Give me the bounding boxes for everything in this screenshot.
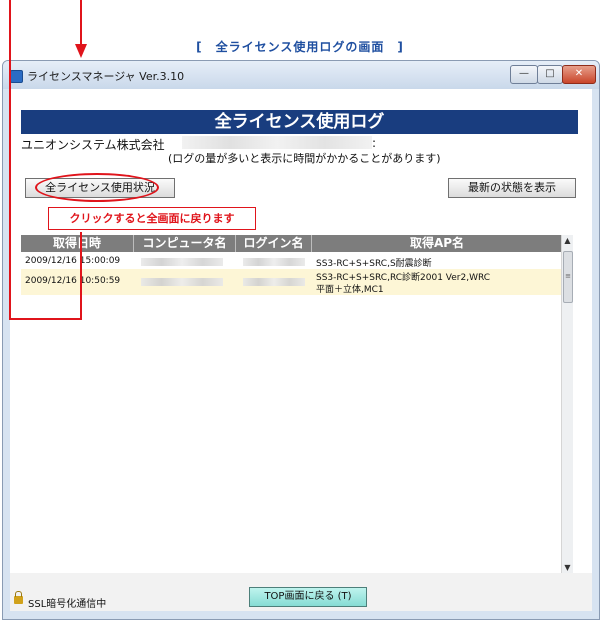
redacted-login [243,278,305,286]
refresh-latest-button[interactable]: 最新の状態を表示 [448,178,576,198]
redacted-login [243,258,305,266]
window-title: ライセンスマネージャ Ver.3.10 [27,70,185,83]
colon-separator: : [372,136,377,150]
annotation-arrow-line [80,0,82,44]
column-header-computer[interactable]: コンピュータ名 [134,235,236,252]
tooltip-callout: クリックすると全画面に戻ります [48,207,256,230]
client-area: 全ライセンス使用ログ ユニオンシステム株式会社 : (ログの量が多いと表示に時間… [10,89,592,611]
column-header-datetime[interactable]: 取得日時 [21,235,134,252]
cell-datetime: 2009/12/16 15:00:09 [25,256,121,266]
close-button[interactable]: ✕ [562,65,596,84]
annotation-box-right [80,232,82,320]
redacted-info [182,136,372,149]
scroll-down-icon[interactable]: ▼ [562,562,573,573]
cell-ap-name: SS3-RC+S+SRC,S耐震診断 [316,259,432,269]
table-row[interactable]: 2009/12/16 10:50:59 SS3-RC+S+SRC,RC診断200… [21,269,562,295]
footer: SSL暗号化通信中 TOP画面に戻る (T) [10,573,592,611]
redacted-computer [141,258,223,266]
redacted-computer [141,278,223,286]
title-bar: ライセンスマネージャ Ver.3.10 — □ ✕ [3,61,599,89]
annotation-arrow-head-icon [75,44,87,58]
app-window: ライセンスマネージャ Ver.3.10 — □ ✕ 全ライセンス使用ログ ユニオ… [2,60,600,620]
scroll-thumb[interactable]: ≡ [563,251,573,303]
ssl-status: SSL暗号化通信中 [28,599,107,610]
top-screen-button[interactable]: TOP画面に戻る (T) [249,587,367,607]
page-title: 全ライセンス使用ログ [21,110,578,134]
app-icon [10,70,23,83]
cell-ap-name-line2: 平面＋立体,MC1 [316,285,384,295]
cell-datetime: 2009/12/16 10:50:59 [25,276,121,286]
minimize-button[interactable]: — [510,65,538,84]
scroll-up-icon[interactable]: ▲ [562,235,573,246]
highlight-circle [35,173,159,202]
annotation-box-left [9,0,11,320]
vertical-scrollbar[interactable]: ▲ ≡ ▼ [561,235,573,573]
table-row[interactable]: 2009/12/16 15:00:09 SS3-RC+S+SRC,S耐震診断 [21,254,562,269]
column-header-ap[interactable]: 取得AP名 [312,235,562,252]
log-table: 取得日時 コンピュータ名 ログイン名 取得AP名 2009/12/16 15:0… [21,235,562,573]
company-name: ユニオンシステム株式会社 [21,138,165,152]
annotation-box-bottom [9,318,82,320]
column-header-login[interactable]: ログイン名 [236,235,312,252]
note-text: (ログの量が多いと表示に時間がかかることがあります) [168,152,441,165]
maximize-button[interactable]: □ [537,65,563,84]
table-header: 取得日時 コンピュータ名 ログイン名 取得AP名 [21,235,562,252]
lock-icon [14,591,23,604]
caption: [ 全ライセンス使用ログの画面 ] [196,40,404,54]
